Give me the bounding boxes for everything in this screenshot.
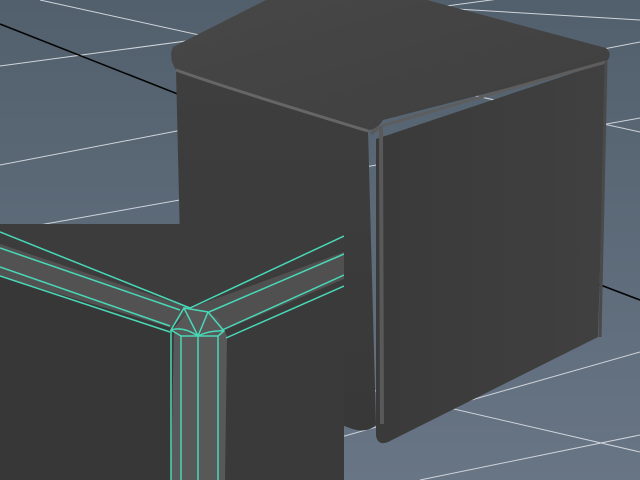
corner-wireframe-closeup: [0, 224, 344, 480]
corner-zoom-inset: [0, 224, 344, 480]
3d-viewport[interactable]: [0, 0, 640, 480]
